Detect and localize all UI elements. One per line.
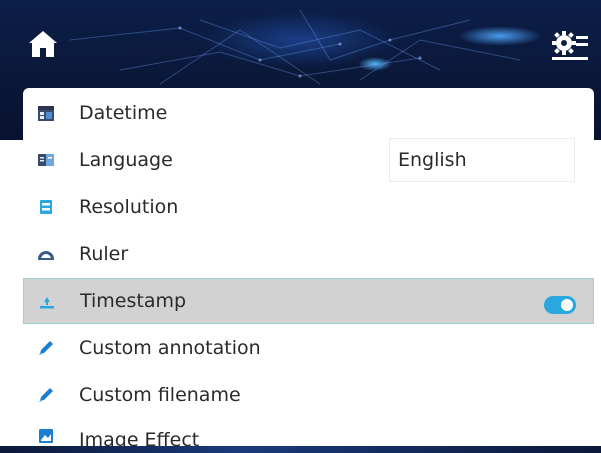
menu-item-label: Custom filename [79,384,241,406]
menu-item-custom-filename[interactable]: Custom filename [23,372,594,418]
language-select[interactable]: English [389,138,575,182]
settings-list-icon [552,31,588,60]
pencil-icon [37,339,55,357]
menu-item-label: Language [79,149,173,171]
pencil-icon [37,386,55,404]
language-selected-value: English [398,149,467,171]
menu-item-resolution[interactable]: Resolution [23,184,594,230]
menu-item-label: Custom annotation [79,337,261,359]
menu-item-datetime[interactable]: Datetime [23,90,594,136]
menu-item-label: Ruler [79,243,129,265]
left-margin [0,140,23,453]
image-effect-icon [37,427,55,445]
ruler-arc-icon [37,245,55,263]
menu-item-custom-annotation[interactable]: Custom annotation [23,325,594,371]
timestamp-toggle[interactable] [544,296,576,314]
calendar-icon [37,104,55,122]
menu-item-label: Datetime [79,102,168,124]
home-button[interactable] [26,28,60,60]
timestamp-icon [38,293,56,311]
home-icon [29,31,57,57]
resolution-icon [37,198,55,216]
menu-item-label: Resolution [79,196,179,218]
menu-item-label: Timestamp [80,290,187,312]
menu-item-ruler[interactable]: Ruler [23,231,594,277]
settings-button[interactable] [550,28,590,62]
toggle-knob [561,299,573,311]
menu-item-timestamp[interactable]: Timestamp [23,278,594,324]
bottom-edge [0,446,601,453]
language-book-icon [37,151,55,169]
